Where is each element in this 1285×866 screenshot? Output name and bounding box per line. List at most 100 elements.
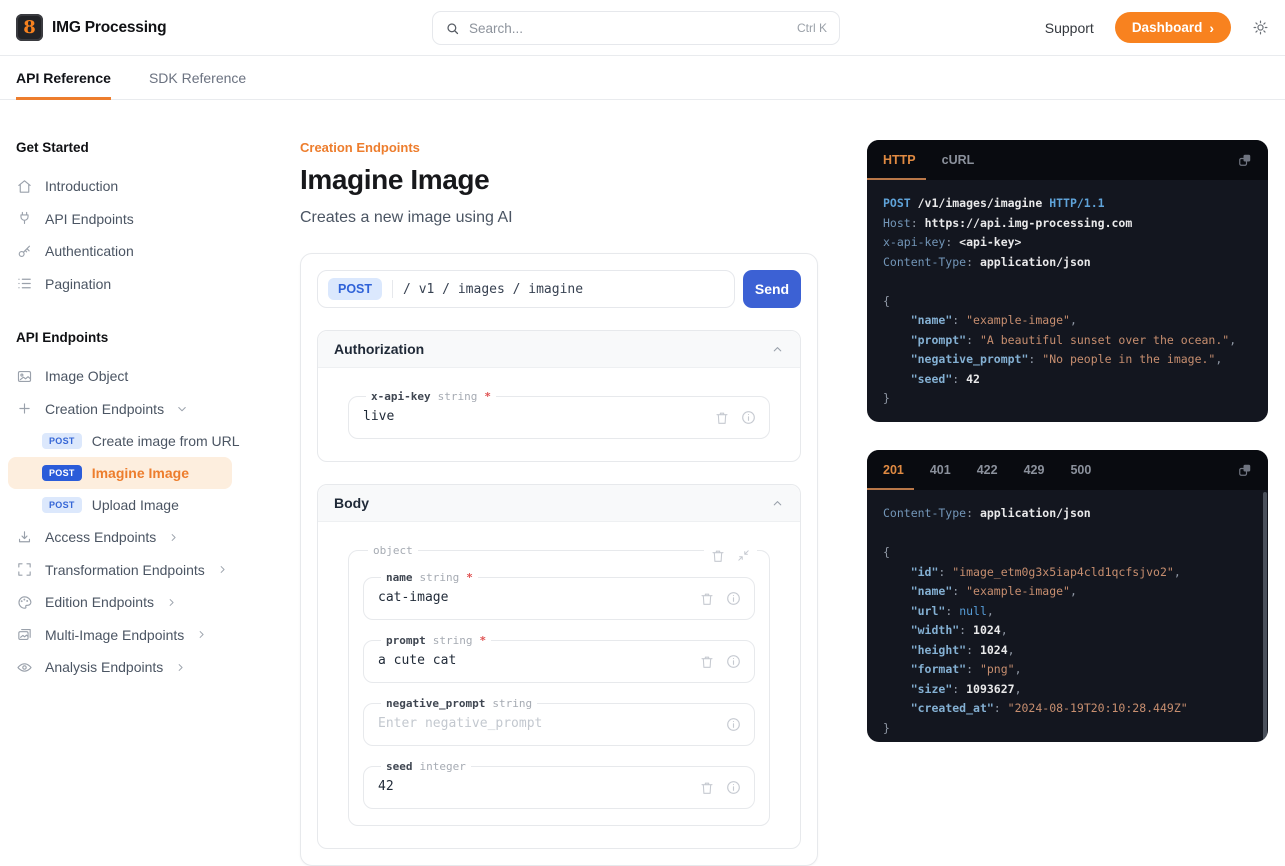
response-example-panel: 201 401 422 429 500 Content-Type: applic… xyxy=(867,450,1268,742)
collapse-icon[interactable] xyxy=(736,548,751,564)
section-title: Body xyxy=(334,495,369,511)
tab-api-reference[interactable]: API Reference xyxy=(16,56,111,99)
field-name: negative_prompt xyxy=(386,697,485,710)
tab-status-401[interactable]: 401 xyxy=(930,450,951,490)
sidebar-item-upload-image[interactable]: POST Upload Image xyxy=(16,489,248,521)
sidebar-item-introduction[interactable]: Introduction xyxy=(16,170,248,203)
sidebar-item-multi-image-endpoints[interactable]: Multi-Image Endpoints xyxy=(16,619,248,652)
field-name: name xyxy=(386,571,413,584)
plus-icon xyxy=(16,400,33,417)
sidebar-item-label: Authentication xyxy=(45,243,134,259)
transform-icon xyxy=(16,561,33,578)
sidebar-item-image-object[interactable]: Image Object xyxy=(16,360,248,393)
trash-icon[interactable] xyxy=(710,548,726,564)
brand-name: IMG Processing xyxy=(52,19,166,37)
tab-curl[interactable]: cURL xyxy=(942,140,975,180)
sidebar-item-creation-endpoints[interactable]: Creation Endpoints xyxy=(16,393,248,426)
brand[interactable]: 8 IMG Processing xyxy=(16,14,166,41)
tab-http[interactable]: HTTP xyxy=(883,140,916,180)
info-icon[interactable] xyxy=(740,409,757,426)
search-input[interactable] xyxy=(469,21,788,36)
endpoint-path-input[interactable]: POST / v1 / images / imagine xyxy=(317,270,735,308)
field-name: prompt xyxy=(386,634,426,647)
body-section-header[interactable]: Body xyxy=(318,485,800,522)
page-title: Imagine Image xyxy=(300,164,818,196)
info-icon[interactable] xyxy=(725,653,742,670)
info-icon[interactable] xyxy=(725,716,742,733)
search-box[interactable]: Ctrl K xyxy=(432,11,840,45)
field-type: string xyxy=(438,390,478,403)
chevron-right-icon xyxy=(175,662,186,673)
authorization-section-header[interactable]: Authorization xyxy=(318,331,800,368)
section-title: Authorization xyxy=(334,341,424,357)
trash-icon[interactable] xyxy=(714,410,730,426)
page-subtitle: Creates a new image using AI xyxy=(300,209,818,227)
tab-status-422[interactable]: 422 xyxy=(977,450,998,490)
trash-icon[interactable] xyxy=(699,654,715,670)
key-icon xyxy=(16,243,33,260)
sidebar-item-label: Analysis Endpoints xyxy=(45,659,163,675)
info-icon[interactable] xyxy=(725,779,742,796)
image-icon xyxy=(16,368,33,385)
sidebar-item-access-endpoints[interactable]: Access Endpoints xyxy=(16,521,248,554)
list-icon xyxy=(16,275,33,292)
chevron-right-icon xyxy=(217,564,228,575)
required-asterisk: * xyxy=(466,571,473,584)
negative-prompt-input[interactable] xyxy=(376,712,715,737)
sidebar-item-pagination[interactable]: Pagination xyxy=(16,268,248,301)
send-button[interactable]: Send xyxy=(743,270,801,308)
info-icon[interactable] xyxy=(725,590,742,607)
trash-icon[interactable] xyxy=(699,591,715,607)
post-method-badge: POST xyxy=(328,278,382,300)
sidebar-item-label: Transformation Endpoints xyxy=(45,562,205,578)
breadcrumb[interactable]: Creation Endpoints xyxy=(300,140,818,155)
sidebar-item-label: Multi-Image Endpoints xyxy=(45,627,184,643)
tab-status-429[interactable]: 429 xyxy=(1024,450,1045,490)
prompt-field: prompt string * xyxy=(363,634,755,683)
field-name: x-api-key xyxy=(371,390,431,403)
multi-image-icon xyxy=(16,626,33,643)
sidebar-item-create-image-from-url[interactable]: POST Create image from URL xyxy=(16,425,248,457)
body-section: Body object name xyxy=(317,484,801,849)
support-link[interactable]: Support xyxy=(1045,20,1094,36)
search-icon xyxy=(445,21,460,36)
field-type: string xyxy=(433,634,473,647)
sidebar-item-label: Creation Endpoints xyxy=(45,401,164,417)
main-content: Creation Endpoints Imagine Image Creates… xyxy=(300,100,818,866)
sidebar-item-api-endpoints[interactable]: API Endpoints xyxy=(16,203,248,236)
chevron-up-icon xyxy=(771,343,784,356)
prompt-input[interactable] xyxy=(376,649,689,674)
x-api-key-input[interactable] xyxy=(361,405,704,430)
request-example-panel: HTTP cURL POST /v1/images/imagine HTTP/1… xyxy=(867,140,1268,422)
field-type: string xyxy=(492,697,532,710)
field-type: string xyxy=(420,571,460,584)
sidebar-item-transformation-endpoints[interactable]: Transformation Endpoints xyxy=(16,554,248,587)
divider xyxy=(392,280,393,298)
x-api-key-field: x-api-key string * xyxy=(348,390,770,439)
scrollbar[interactable] xyxy=(1263,492,1267,740)
name-input[interactable] xyxy=(376,586,689,611)
sidebar-item-label: Introduction xyxy=(45,178,118,194)
dashboard-button[interactable]: Dashboard › xyxy=(1115,12,1231,43)
sidebar-item-label: API Endpoints xyxy=(45,211,134,227)
seed-input[interactable] xyxy=(376,775,689,800)
sidebar-item-analysis-endpoints[interactable]: Analysis Endpoints xyxy=(16,651,248,684)
top-header: 8 IMG Processing Ctrl K Support Dashboar… xyxy=(0,0,1285,56)
copy-icon[interactable] xyxy=(1222,140,1268,180)
trash-icon[interactable] xyxy=(699,780,715,796)
name-field: name string * xyxy=(363,571,755,620)
chevron-down-icon xyxy=(176,403,188,415)
body-object-group: object name string * xyxy=(348,544,770,826)
tab-status-500[interactable]: 500 xyxy=(1070,450,1091,490)
sidebar-item-label: Pagination xyxy=(45,276,111,292)
tab-status-201[interactable]: 201 xyxy=(883,450,904,490)
sidebar-item-authentication[interactable]: Authentication xyxy=(16,235,248,268)
sidebar-item-edition-endpoints[interactable]: Edition Endpoints xyxy=(16,586,248,619)
copy-icon[interactable] xyxy=(1222,450,1268,490)
authorization-section: Authorization x-api-key string * xyxy=(317,330,801,462)
tab-sdk-reference[interactable]: SDK Reference xyxy=(149,56,246,99)
theme-toggle-sun-icon[interactable] xyxy=(1252,19,1269,36)
request-code: POST /v1/images/imagine HTTP/1.1Host: ht… xyxy=(867,180,1268,422)
plug-icon xyxy=(16,210,33,227)
sidebar-item-imagine-image[interactable]: POST Imagine Image xyxy=(8,457,232,489)
